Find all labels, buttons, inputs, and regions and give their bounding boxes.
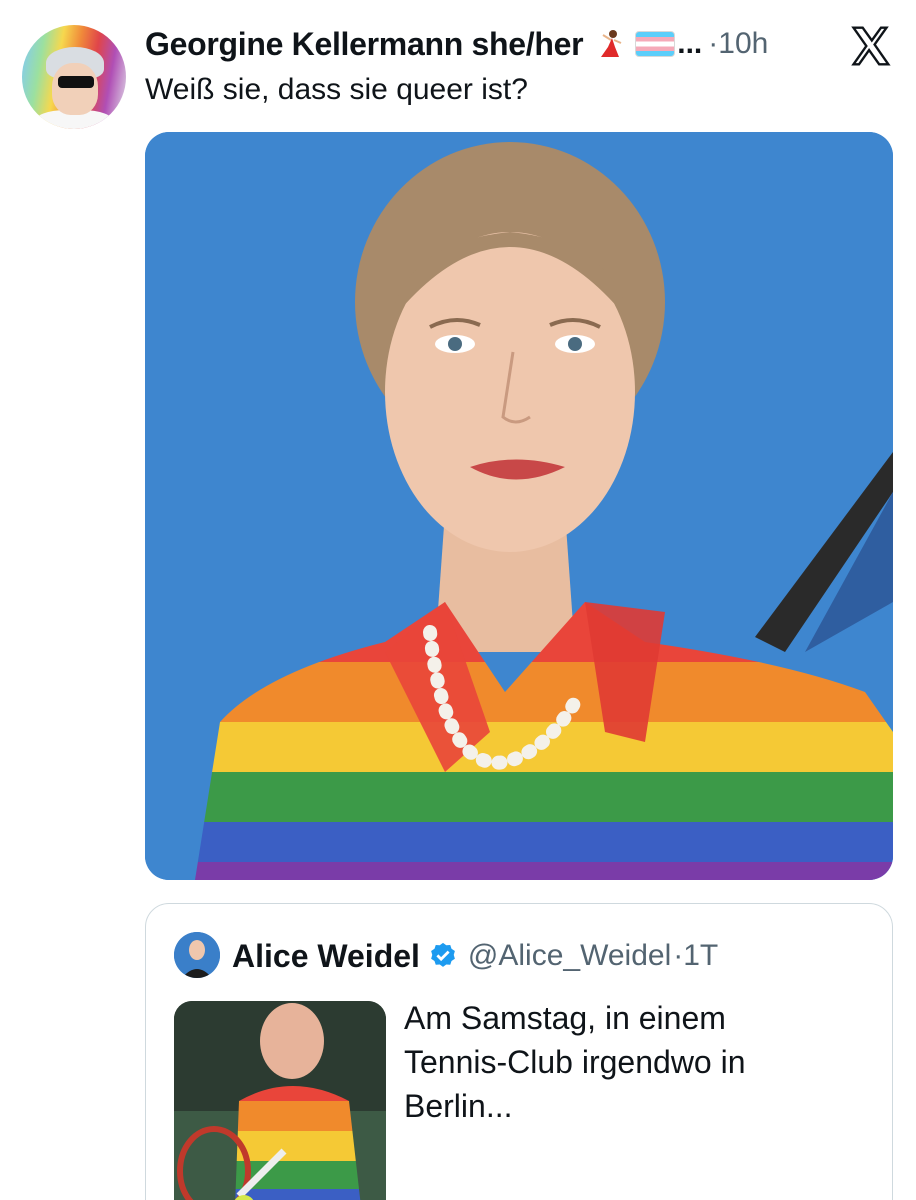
transgender-flag-icon	[635, 31, 676, 57]
post-header: Georgine Kellermann she/her ... ·10h	[145, 22, 892, 66]
tennis-player-rainbow-shirt-image	[174, 1001, 386, 1200]
avatar-face	[52, 63, 98, 115]
name-truncation: ...	[677, 27, 703, 60]
post[interactable]: Georgine Kellermann she/her ... ·10h Wei…	[0, 0, 916, 1200]
dancer-emoji-icon	[601, 30, 622, 57]
quoted-author-avatar[interactable]	[174, 932, 220, 978]
quoted-post-header: Alice Weidel @Alice_Weidel ·1T	[232, 932, 718, 980]
author-avatar[interactable]	[22, 25, 126, 129]
verified-badge-icon	[431, 942, 455, 967]
quoted-author-name[interactable]: Alice Weidel	[232, 938, 420, 975]
quoted-post[interactable]: Alice Weidel @Alice_Weidel ·1T Am Samsta…	[145, 903, 893, 1200]
x-logo-icon[interactable]	[848, 24, 892, 68]
portrait-rainbow-blazer-image	[145, 132, 893, 880]
post-time[interactable]: ·10h	[708, 27, 768, 61]
post-image[interactable]	[145, 132, 893, 880]
avatar-sunglasses	[58, 76, 94, 88]
author-name[interactable]: Georgine Kellermann she/her	[145, 26, 584, 63]
quoted-post-image[interactable]	[174, 1001, 386, 1200]
quoted-post-time[interactable]: ·1T	[673, 939, 718, 973]
quoted-post-text: Am Samstag, in einem Tennis-Club irgendw…	[404, 1000, 746, 1124]
post-text: Weiß sie, dass sie queer ist?	[145, 73, 528, 106]
quoted-author-handle[interactable]: @Alice_Weidel	[468, 939, 671, 973]
